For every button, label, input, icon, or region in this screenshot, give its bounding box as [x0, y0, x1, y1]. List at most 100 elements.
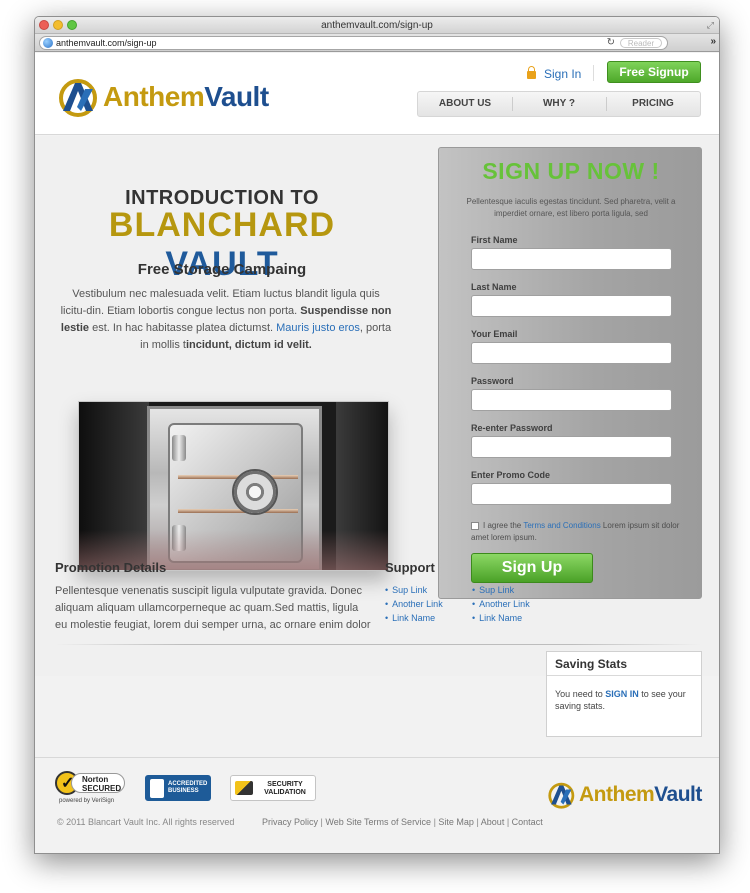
reader-button[interactable]: Reader [620, 38, 662, 48]
vault-hinge [172, 435, 186, 461]
main-nav: ABOUT US WHY ? PRICING [417, 91, 701, 117]
overflow-chevron-icon[interactable]: » [710, 36, 716, 47]
footer-link-about[interactable]: About [481, 817, 505, 827]
logo-word-anthem: Anthem [103, 81, 205, 112]
footer-link-terms[interactable]: Web Site Terms of Service [325, 817, 431, 827]
promo-code-label: Enter Promo Code [471, 470, 551, 480]
email-input[interactable] [471, 342, 672, 364]
vault-title-word1: BLANCHARD [108, 206, 336, 244]
vault-photo [78, 401, 389, 571]
signup-subtitle: Pellentesque iaculis egestas tincidunt. … [466, 197, 676, 218]
desc-text-2: est. In hac habitasse platea dictumst. [89, 322, 277, 334]
support-link[interactable]: Link Name [385, 611, 443, 625]
support-link[interactable]: Another Link [472, 597, 530, 611]
nav-about-us[interactable]: ABOUT US [418, 92, 512, 116]
security-validation-badge[interactable]: SECURITY VALIDATION [230, 775, 316, 801]
norton-word: Norton [82, 775, 109, 784]
first-name-input[interactable] [471, 248, 672, 270]
support-list-2: Sup Link Another Link Link Name [472, 583, 530, 625]
close-window-button[interactable] [39, 20, 49, 30]
footer-links: Privacy Policy | Web Site Terms of Servi… [262, 817, 543, 827]
norton-secured: SECURED [82, 784, 122, 793]
signup-panel: SIGN UP NOW ! Pellentesque iaculis egest… [438, 147, 702, 599]
url-field[interactable]: anthemvault.com/sign-up ↻ Reader [39, 36, 668, 50]
password-label: Password [471, 376, 514, 386]
bbb-seal-icon [150, 779, 164, 798]
stats-sign-in-link[interactable]: SIGN IN [605, 689, 639, 699]
reenter-password-label: Re-enter Password [471, 423, 553, 433]
logo-mark-icon [548, 782, 575, 809]
window-controls [39, 20, 77, 30]
fullscreen-icon[interactable]: ⤢ [707, 20, 714, 31]
address-bar: anthemvault.com/sign-up ↻ Reader » [35, 34, 719, 52]
promo-code-input[interactable] [471, 483, 672, 505]
bbb-badge[interactable]: ACCREDITED BUSINESS [145, 775, 211, 801]
last-name-input[interactable] [471, 295, 672, 317]
minimize-window-button[interactable] [53, 20, 63, 30]
footer-logo-anthem: Anthem [579, 783, 655, 806]
support-link[interactable]: Another Link [385, 597, 443, 611]
signup-title: SIGN UP NOW ! [482, 158, 660, 184]
norton-label: Norton SECURED [71, 773, 125, 793]
footer-divider [35, 757, 719, 758]
window-title: anthemvault.com/sign-up [321, 20, 433, 31]
footer-link-privacy[interactable]: Privacy Policy [262, 817, 318, 827]
bbb-label: ACCREDITED BUSINESS [168, 781, 208, 795]
terms-text: I agree the Terms and Conditions Lorem i… [471, 520, 681, 544]
validation-word: VALIDATION [264, 789, 306, 796]
url-text: anthemvault.com/sign-up [56, 38, 157, 48]
support-link[interactable]: Link Name [472, 611, 530, 625]
vault-bar [178, 509, 298, 513]
lock-icon [527, 66, 536, 79]
security-word: SECURITY [267, 781, 303, 788]
vault-wheel-icon [232, 469, 278, 515]
zoom-window-button[interactable] [67, 20, 77, 30]
footer-link-contact[interactable]: Contact [512, 817, 543, 827]
security-label: SECURITY VALIDATION [257, 781, 313, 797]
bbb-business: BUSINESS [168, 788, 199, 794]
last-name-label: Last Name [471, 282, 517, 292]
logo-text: AnthemVault [103, 81, 269, 113]
free-signup-button[interactable]: Free Signup [607, 61, 701, 83]
nav-why[interactable]: WHY ? [512, 92, 606, 116]
saving-stats-heading: Saving Stats [547, 652, 701, 676]
reenter-password-input[interactable] [471, 436, 672, 458]
security-icon [235, 781, 253, 795]
terms-text-1: I agree the [483, 521, 524, 530]
footer-logo-vault: Vault [654, 783, 702, 806]
saving-stats-text: You need to SIGN IN to see your saving s… [555, 688, 697, 712]
desc-link[interactable]: Mauris justo eros [276, 322, 360, 334]
promotion-heading: Promotion Details [55, 560, 167, 575]
title-bar: anthemvault.com/sign-up ⤢ [35, 17, 719, 34]
browser-window: anthemvault.com/sign-up ⤢ anthemvault.co… [34, 16, 720, 854]
footer-logo-text: AnthemVault [579, 783, 702, 807]
copyright: © 2011 Blancart Vault Inc. All rights re… [57, 817, 235, 827]
sign-in-link[interactable]: Sign In [527, 66, 582, 81]
sign-up-button[interactable]: Sign Up [471, 553, 593, 583]
support-link[interactable]: Sup Link [472, 583, 530, 597]
footer-link-sitemap[interactable]: Site Map [438, 817, 474, 827]
support-heading: Support [385, 560, 435, 575]
content-divider [55, 644, 701, 645]
promotion-text: Pellentesque venenatis suscipit ligula v… [55, 585, 371, 631]
header-divider [593, 65, 594, 81]
logo-word-vault: Vault [204, 81, 269, 112]
support-list-1: Sup Link Another Link Link Name [385, 583, 443, 625]
reload-icon[interactable]: ↻ [607, 37, 615, 49]
hero-description: Vestibulum nec malesuada velit. Etiam lu… [59, 286, 393, 354]
norton-badge[interactable]: ✓ Norton SECURED powered by VeriSign [55, 771, 127, 807]
first-name-label: First Name [471, 235, 518, 245]
terms-link[interactable]: Terms and Conditions [523, 521, 600, 530]
nav-pricing[interactable]: PRICING [606, 92, 700, 116]
norton-powered: powered by VeriSign [59, 798, 115, 804]
globe-icon [43, 38, 53, 48]
saving-stats-box: Saving Stats You need to SIGN IN to see … [546, 651, 702, 737]
logo-mark-icon [59, 79, 97, 117]
footer-logo[interactable]: AnthemVault [547, 781, 702, 809]
sign-in-label: Sign In [544, 67, 582, 81]
desc-bold-2: incidunt, dictum id velit. [185, 339, 312, 351]
password-input[interactable] [471, 389, 672, 411]
site-logo[interactable]: AnthemVault [57, 77, 269, 117]
support-link[interactable]: Sup Link [385, 583, 443, 597]
campaign-heading: Free Storage Campaing [137, 261, 307, 278]
